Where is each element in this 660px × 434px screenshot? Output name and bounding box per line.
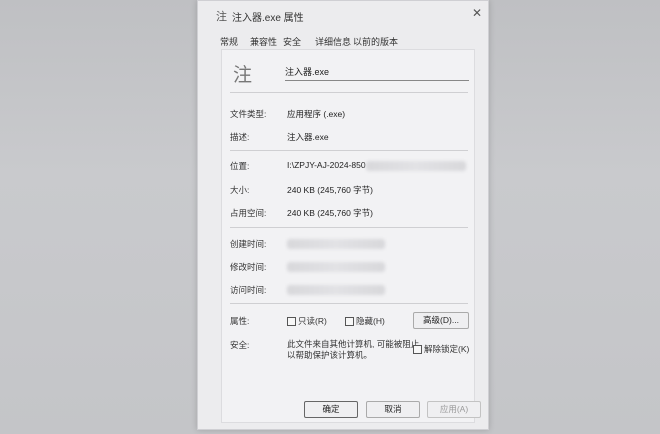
ok-button[interactable]: 确定 — [304, 401, 358, 418]
hidden-checkbox[interactable]: 隐藏(H) — [345, 315, 385, 327]
divider — [230, 227, 468, 228]
cancel-button[interactable]: 取消 — [366, 401, 420, 418]
created-row: 创建时间: — [230, 238, 470, 250]
redacted-region — [287, 239, 385, 249]
properties-dialog: 注 注入器.exe 属性 ✕ 常规 兼容性 安全 详细信息 以前的版本 注 注入… — [197, 0, 489, 430]
description-label: 描述: — [230, 132, 250, 142]
redacted-region — [287, 285, 385, 295]
size-label: 大小: — [230, 185, 250, 195]
location-label: 位置: — [230, 161, 250, 171]
redacted-region — [287, 262, 385, 272]
readonly-label: 只读(R) — [298, 316, 327, 326]
security-label: 安全: — [230, 340, 250, 350]
accessed-label: 访问时间: — [230, 285, 267, 295]
file-type-row: 文件类型: 应用程序 (.exe) — [230, 108, 470, 120]
security-message-line2: 以帮助保护该计算机。 — [287, 350, 373, 360]
tab-security[interactable]: 安全 — [283, 35, 301, 48]
advanced-button[interactable]: 高级(D)... — [413, 312, 469, 329]
checkbox-box — [345, 317, 354, 327]
app-icon: 注 — [233, 65, 253, 86]
apply-button[interactable]: 应用(A) — [427, 401, 481, 418]
redacted-region — [366, 161, 466, 171]
title-bar[interactable]: 注 注入器.exe 属性 ✕ — [198, 1, 488, 27]
checkbox-box — [287, 317, 296, 327]
divider — [230, 150, 468, 151]
location-row: 位置: I:\ZPJY-AJ-2024-850 — [230, 160, 470, 172]
general-panel: 注 注入器.exe 文件类型: 应用程序 (.exe) 描述: 注入器.exe … — [221, 49, 475, 423]
accessed-row: 访问时间: — [230, 284, 470, 296]
checkbox-box — [413, 345, 422, 355]
description-value: 注入器.exe — [287, 132, 329, 142]
description-row: 描述: 注入器.exe — [230, 131, 470, 143]
size-row: 大小: 240 KB (245,760 字节) — [230, 184, 470, 196]
divider — [230, 92, 468, 93]
tab-previous-versions[interactable]: 以前的版本 — [353, 35, 398, 48]
file-type-value: 应用程序 (.exe) — [287, 109, 346, 119]
size-on-disk-value: 240 KB (245,760 字节) — [287, 208, 373, 218]
modified-label: 修改时间: — [230, 262, 267, 272]
security-message-line1: 此文件来自其他计算机, 可能被阻止 — [287, 339, 420, 349]
file-icon: 注 — [216, 11, 227, 23]
modified-row: 修改时间: — [230, 261, 470, 273]
tab-details[interactable]: 详细信息 — [315, 35, 351, 48]
attributes-row: 属性: 只读(R) 隐藏(H) 高级(D)... — [230, 312, 470, 329]
filename-input[interactable]: 注入器.exe — [285, 64, 469, 81]
file-type-label: 文件类型: — [230, 109, 267, 119]
attributes-label: 属性: — [230, 316, 250, 326]
unblock-checkbox[interactable]: 解除锁定(K) — [413, 343, 469, 355]
readonly-checkbox[interactable]: 只读(R) — [287, 315, 327, 327]
hidden-label: 隐藏(H) — [356, 316, 385, 326]
unblock-label: 解除锁定(K) — [424, 344, 470, 354]
tab-compatibility[interactable]: 兼容性 — [250, 35, 277, 48]
window-title: 注入器.exe 属性 — [232, 13, 304, 24]
size-value: 240 KB (245,760 字节) — [287, 185, 373, 195]
location-value: I:\ZPJY-AJ-2024-850 — [287, 160, 366, 170]
security-row: 安全: 此文件来自其他计算机, 可能被阻止 以帮助保护该计算机。 解除锁定(K) — [230, 339, 470, 363]
size-on-disk-label: 占用空间: — [230, 208, 267, 218]
created-label: 创建时间: — [230, 239, 267, 249]
tab-general[interactable]: 常规 — [220, 35, 238, 48]
divider — [230, 303, 468, 304]
size-on-disk-row: 占用空间: 240 KB (245,760 字节) — [230, 207, 470, 219]
close-button[interactable]: ✕ — [472, 6, 482, 20]
